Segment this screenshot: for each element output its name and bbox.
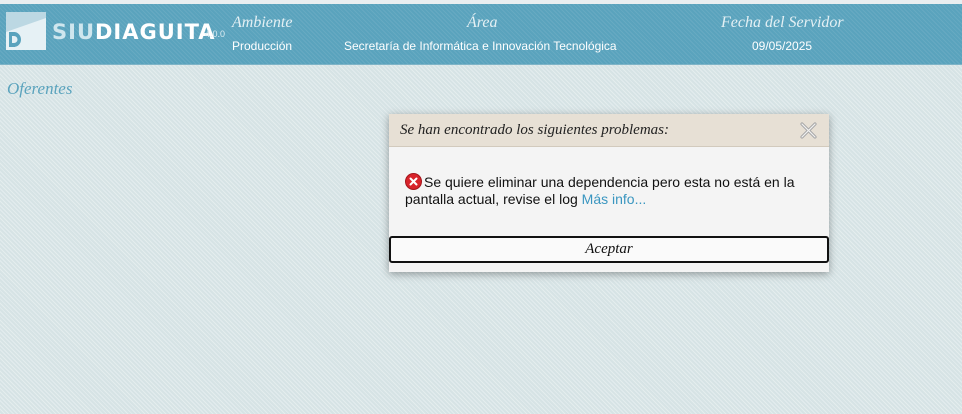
area-value: Secretaría de Informática e Innovación T… (344, 39, 617, 53)
close-icon[interactable] (799, 121, 818, 140)
ambiente-label: Ambiente (232, 14, 293, 31)
dialog-message-area: Se quiere eliminar una dependencia pero … (405, 173, 805, 208)
ambiente-value: Producción (232, 39, 293, 53)
header-top-strip (0, 0, 962, 4)
page-title: Oferentes (7, 79, 73, 98)
siu-logo-icon (6, 12, 46, 50)
fecha-label: Fecha del Servidor (721, 14, 844, 31)
accept-button[interactable]: Aceptar (389, 236, 829, 263)
dialog-header: Se han encontrado los siguientes problem… (389, 114, 829, 147)
more-info-link[interactable]: Más info... (582, 191, 647, 207)
error-icon (405, 173, 422, 190)
area-label: Área (467, 14, 498, 31)
fecha-value: 09/05/2025 (752, 39, 813, 53)
brand-prefix: SIU (52, 20, 95, 44)
app-version: 4.0.0 (205, 29, 226, 39)
dialog-title: Se han encontrado los siguientes problem… (400, 122, 669, 138)
brand-name: SIUDIAGUITA (52, 20, 216, 44)
error-dialog: Se han encontrado los siguientes problem… (389, 114, 829, 272)
brand-suffix: DIAGUITA (95, 20, 216, 44)
top-header: SIUDIAGUITA 4.0.0 Ambiente Producción Ár… (0, 0, 962, 65)
